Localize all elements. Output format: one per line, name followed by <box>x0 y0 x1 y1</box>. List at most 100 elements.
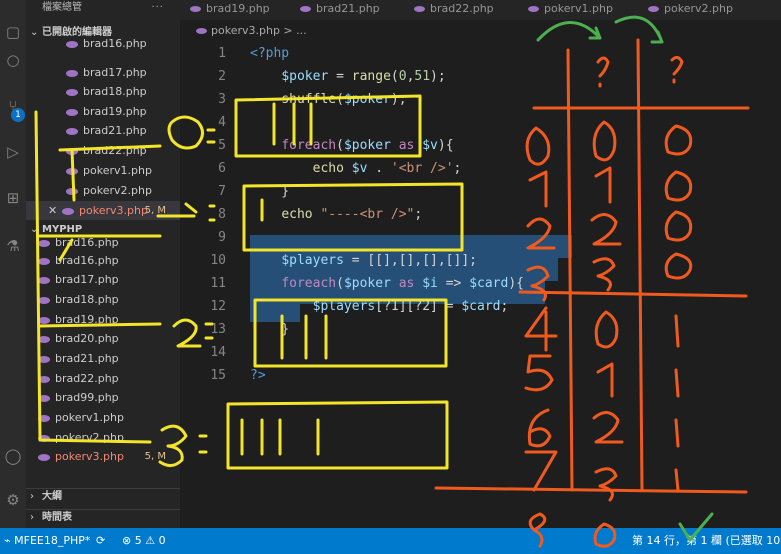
file-name: brad16.php <box>55 254 119 267</box>
line-number: 15 <box>210 368 226 383</box>
open-editor-item[interactable]: brad21.php <box>26 121 180 140</box>
file-name: pokerv1.php <box>55 411 124 424</box>
open-editor-item[interactable]: brad17.php <box>26 63 180 82</box>
php-file-icon <box>66 167 78 175</box>
open-editor-item[interactable]: brad18.php <box>26 82 180 101</box>
file-name: pokerv1.php <box>83 164 152 177</box>
source-control-badge: 1 <box>11 108 25 122</box>
outline-section[interactable]: › 大綱 <box>26 488 180 504</box>
file-name: brad99.php <box>55 391 119 404</box>
php-file-icon <box>66 108 78 116</box>
php-file-icon <box>38 355 50 363</box>
outline-label: 大綱 <box>42 491 62 502</box>
chevron-right-icon: › <box>30 512 34 523</box>
flask-icon[interactable]: ⚗ <box>3 236 23 256</box>
folder-file-item[interactable]: brad22.php <box>26 369 180 388</box>
line-number: 6 <box>218 161 226 176</box>
cursor-position[interactable]: 第 14 行，第 1 欄 (已選取 106) <box>632 528 781 554</box>
php-file-icon <box>38 434 50 442</box>
chevron-right-icon: › <box>30 491 34 502</box>
search-icon[interactable]: ○ <box>3 50 23 70</box>
more-actions-icon[interactable]: ··· <box>151 0 164 16</box>
open-editor-item[interactable]: brad19.php <box>26 102 180 121</box>
folder-file-item[interactable]: pokerv1.php <box>26 408 180 427</box>
line-number: 4 <box>218 115 226 130</box>
line-text: echo "----<br />"; <box>281 207 423 222</box>
file-name: brad16.php <box>83 37 147 50</box>
problems-indicator[interactable]: ⊗ 5 ⚠ 0 <box>122 528 166 554</box>
file-name: brad16.php <box>55 236 119 249</box>
code-line: 14 <box>180 341 781 364</box>
breadcrumb[interactable]: pokerv3.php > ... <box>180 22 307 40</box>
timeline-section[interactable]: › 時間表 <box>26 509 180 525</box>
run-debug-icon[interactable]: ▷ <box>3 142 23 162</box>
folder-file-item-active[interactable]: pokerv3.php 5, M <box>26 447 180 466</box>
extensions-icon[interactable]: ⊞ <box>3 188 23 208</box>
php-file-icon <box>414 6 425 12</box>
breadcrumb-separator: > ... <box>283 24 307 37</box>
code-line: 7 } <box>180 180 781 203</box>
file-name: brad21.php <box>83 124 147 137</box>
line-text: ?> <box>250 368 266 383</box>
remote-indicator[interactable]: ⌁ MFEE18_PHP* <box>4 528 90 554</box>
line-text: <?php <box>250 46 290 61</box>
tab-brad22[interactable]: brad22.php <box>404 0 494 20</box>
explorer-title: 檔案總管 <box>42 2 82 13</box>
folder-file-item[interactable]: brad21.php <box>26 349 180 368</box>
code-line: 3 shuffle($poker); <box>180 88 781 111</box>
tab-pokerv2[interactable]: pokerv2.php <box>638 0 733 20</box>
line-number: 1 <box>218 46 226 61</box>
open-editor-item[interactable]: brad22.php <box>26 141 180 160</box>
php-file-icon <box>648 6 659 12</box>
line-text: $poker = range(0,51); <box>281 69 446 84</box>
gear-icon[interactable]: ⚙ <box>3 490 23 510</box>
code-line: 11 foreach($poker as $i => $card){ <box>180 272 781 295</box>
file-name: brad22.php <box>83 144 147 157</box>
close-icon[interactable]: ✕ <box>48 201 60 220</box>
file-status: 5, M <box>144 451 166 462</box>
folder-file-item[interactable]: brad18.php <box>26 290 180 309</box>
code-line: 4 <box>180 111 781 134</box>
php-file-icon <box>38 453 50 461</box>
file-name: pokerv3.php <box>55 450 124 463</box>
file-name: brad18.php <box>55 293 119 306</box>
folder-file-item[interactable]: pokerv2.php <box>26 428 180 447</box>
file-name: brad20.php <box>55 332 119 345</box>
file-status: 5, M <box>144 205 166 216</box>
file-name: pokerv2.php <box>83 184 152 197</box>
line-text: foreach($poker as $v){ <box>281 138 454 153</box>
code-line: 12 $players[?1][?2] = $card; <box>180 295 781 318</box>
folder-file-item[interactable]: brad19.php <box>26 310 180 329</box>
file-name: pokerv2.php <box>55 431 124 444</box>
line-number: 8 <box>218 207 226 222</box>
line-number: 7 <box>218 184 226 199</box>
open-editor-item[interactable]: pokerv2.php <box>26 181 180 200</box>
tab-brad19[interactable]: brad19.php <box>180 0 270 20</box>
open-editor-item[interactable]: pokerv1.php <box>26 161 180 180</box>
folder-file-item[interactable]: brad16.php <box>26 251 180 270</box>
code-editor[interactable]: 1 <?php 2 $poker = range(0,51); 3 shuffle… <box>180 40 781 528</box>
files-icon[interactable]: ▢ <box>3 22 23 42</box>
sync-icon[interactable]: ⟳ <box>96 528 105 554</box>
folder-file-item[interactable]: brad17.php <box>26 270 180 289</box>
open-editor-item-active[interactable]: ✕ pokerv3.php 5, M <box>26 201 180 220</box>
code-line: 2 $poker = range(0,51); <box>180 65 781 88</box>
open-editor-item[interactable]: brad16.php <box>26 34 180 53</box>
folder-file-item[interactable]: brad20.php <box>26 329 180 348</box>
tab-pokerv1[interactable]: pokerv1.php <box>518 0 613 20</box>
folder-file-item[interactable]: brad99.php <box>26 388 180 407</box>
php-file-icon <box>38 296 50 304</box>
folder-file-item[interactable]: brad16.php <box>26 233 180 252</box>
file-name: brad22.php <box>55 372 119 385</box>
line-text: echo $v . '<br />'; <box>312 161 462 176</box>
account-icon[interactable]: ◯ <box>3 446 23 466</box>
php-file-icon <box>38 394 50 402</box>
file-name: pokerv3.php <box>79 204 148 217</box>
php-file-icon <box>38 375 50 383</box>
status-bar: ⌁ MFEE18_PHP* ⟳ ⊗ 5 ⚠ 0 第 14 行，第 1 欄 (已選… <box>0 528 781 554</box>
php-file-icon <box>66 187 78 195</box>
timeline-label: 時間表 <box>42 512 72 523</box>
tab-brad21[interactable]: brad21.php <box>290 0 380 20</box>
code-line: 8 echo "----<br />"; <box>180 203 781 226</box>
code-line: 15 ?> <box>180 364 781 387</box>
